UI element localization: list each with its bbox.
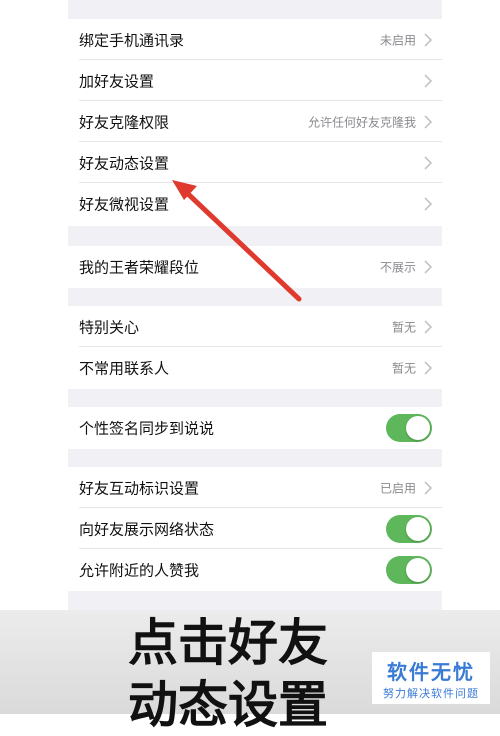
row-value: 不展示	[379, 260, 416, 274]
row-label: 我的王者荣耀段位	[79, 258, 200, 276]
row-label: 好友克隆权限	[79, 113, 170, 131]
row-label: 不常用联系人	[79, 359, 170, 377]
chevron-right-icon	[424, 480, 432, 495]
row-friend-weishi-settings[interactable]: 好友微视设置	[68, 183, 442, 224]
row-sync-signature-to-moments: 个性签名同步到说说	[68, 407, 442, 448]
row-friend-clone-permission[interactable]: 好友克隆权限 允许任何好友克隆我	[68, 101, 442, 142]
row-label: 好友微视设置	[79, 195, 170, 213]
row-value: 已启用	[379, 481, 416, 495]
chevron-right-icon	[424, 196, 432, 211]
toggle-knob	[406, 516, 430, 541]
row-interaction-badge-settings[interactable]: 好友互动标识设置 已启用	[68, 467, 442, 508]
row-label: 允许附近的人赞我	[79, 561, 200, 579]
row-label: 加好友设置	[79, 72, 155, 90]
chevron-right-icon	[424, 319, 432, 334]
row-value: 暂无	[391, 361, 416, 375]
row-add-friend-settings[interactable]: 加好友设置	[68, 60, 442, 101]
settings-group-contacts: 绑定手机通讯录 未启用 加好友设置 好友克隆权限 允许任何好友克隆我 好友动态设…	[68, 19, 442, 226]
row-value: 暂无	[391, 320, 416, 334]
watermark-logo: 软件无忧 努力解决软件问题	[372, 652, 490, 704]
sync-signature-toggle[interactable]	[386, 413, 432, 442]
toggle-knob	[406, 415, 430, 440]
chevron-right-icon	[424, 32, 432, 47]
row-special-care[interactable]: 特别关心 暂无	[68, 306, 442, 347]
watermark-subtitle: 努力解决软件问题	[383, 687, 479, 700]
chevron-right-icon	[424, 259, 432, 274]
row-allow-nearby-likes: 允许附近的人赞我	[68, 549, 442, 590]
row-value: 未启用	[379, 33, 416, 47]
show-network-status-toggle[interactable]	[386, 514, 432, 543]
row-label: 个性签名同步到说说	[79, 419, 215, 437]
row-infrequent-contacts[interactable]: 不常用联系人 暂无	[68, 347, 442, 388]
row-value: 允许任何好友克隆我	[307, 115, 416, 129]
instruction-caption: 点击好友 动态设置	[128, 614, 328, 734]
settings-screen: 绑定手机通讯录 未启用 加好友设置 好友克隆权限 允许任何好友克隆我 好友动态设…	[68, 0, 442, 610]
row-label: 向好友展示网络状态	[79, 520, 215, 538]
chevron-right-icon	[424, 114, 432, 129]
allow-nearby-likes-toggle[interactable]	[386, 555, 432, 584]
chevron-right-icon	[424, 360, 432, 375]
toggle-knob	[406, 557, 430, 582]
row-label: 绑定手机通讯录	[79, 31, 185, 49]
row-friend-moments-settings[interactable]: 好友动态设置	[68, 142, 442, 183]
chevron-right-icon	[424, 73, 432, 88]
settings-group-game: 我的王者荣耀段位 不展示	[68, 246, 442, 288]
row-honor-of-kings-rank[interactable]: 我的王者荣耀段位 不展示	[68, 246, 442, 287]
row-bind-phone-contacts[interactable]: 绑定手机通讯录 未启用	[68, 19, 442, 60]
watermark-title: 软件无忧	[387, 660, 475, 684]
row-label: 特别关心	[79, 318, 140, 336]
row-label: 好友动态设置	[79, 154, 170, 172]
settings-group-signature: 个性签名同步到说说	[68, 407, 442, 449]
settings-group-special-contacts: 特别关心 暂无 不常用联系人 暂无	[68, 306, 442, 389]
row-show-network-status: 向好友展示网络状态	[68, 508, 442, 549]
chevron-right-icon	[424, 155, 432, 170]
row-label: 好友互动标识设置	[79, 479, 200, 497]
settings-group-interaction: 好友互动标识设置 已启用 向好友展示网络状态 允许附近的人赞我	[68, 467, 442, 591]
